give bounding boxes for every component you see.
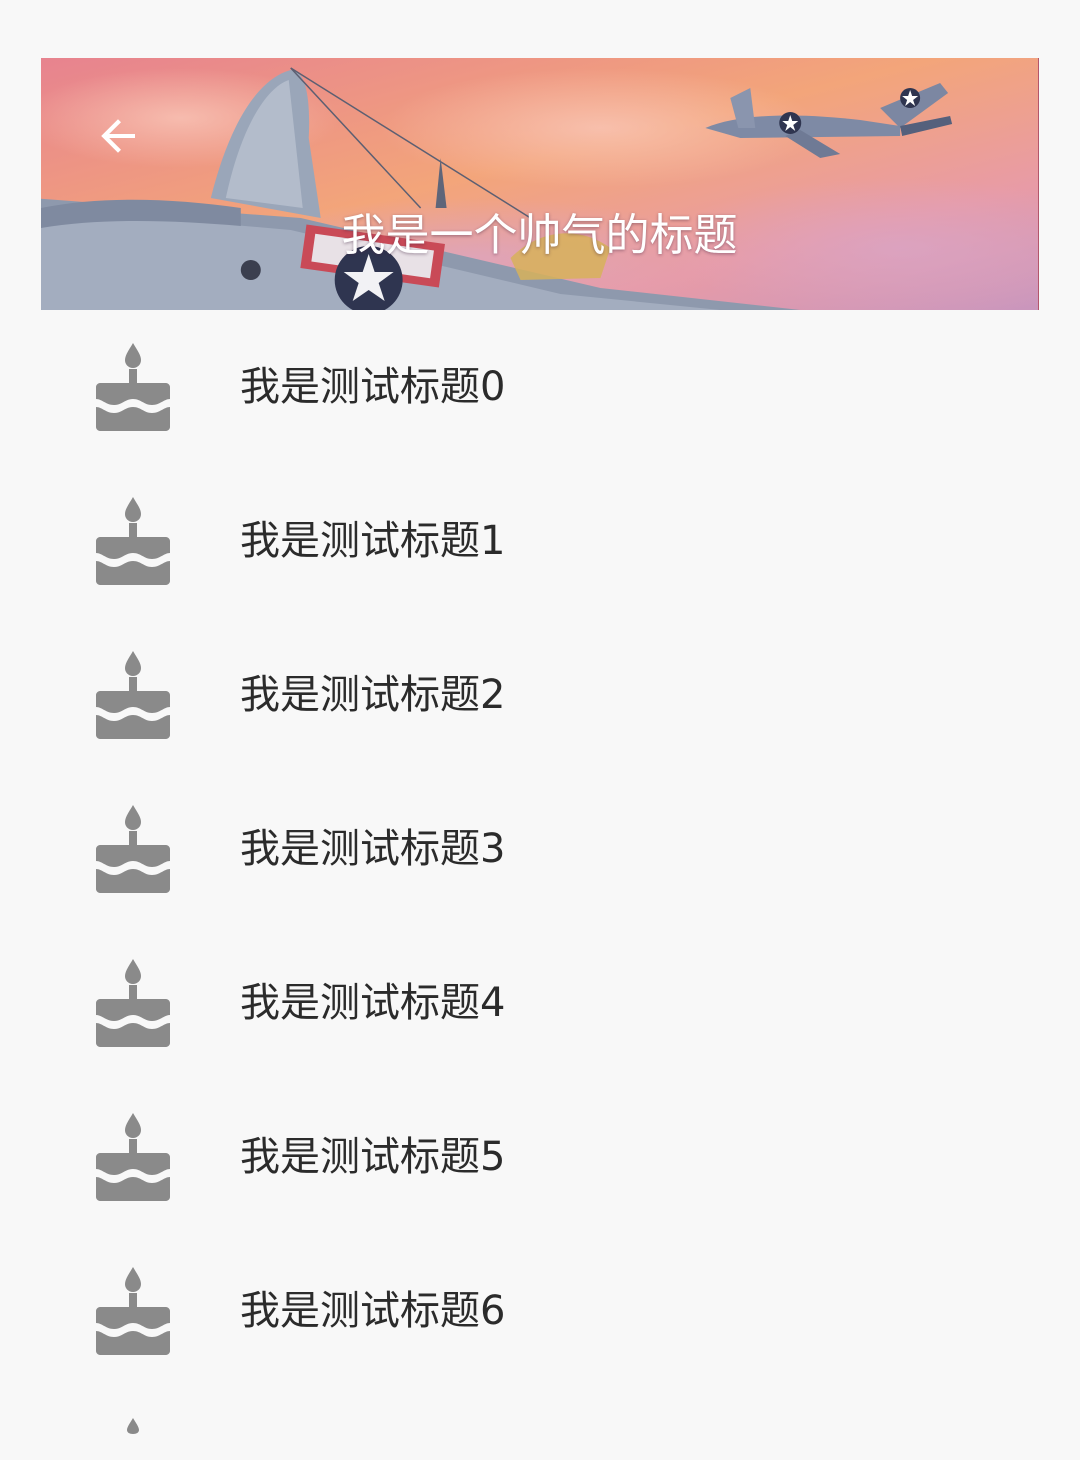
list-item-title: 我是测试标题1 (240, 518, 506, 564)
list-item[interactable]: 我是测试标题4 (0, 926, 1080, 1080)
screen: 我是一个帅气的标题 我是测试标题0 我是测试标题1 我是测试标题2 我是测试标题… (0, 0, 1080, 1460)
cake-icon (96, 805, 170, 893)
toolbar-title: 我是一个帅气的标题 (341, 210, 738, 261)
list-item-title: 我是测试标题6 (240, 1288, 506, 1334)
list-item-title: 我是测试标题2 (240, 672, 506, 718)
cake-icon (124, 1418, 142, 1434)
item-list[interactable]: 我是测试标题0 我是测试标题1 我是测试标题2 我是测试标题3 我是测试标题4 … (0, 310, 1080, 1388)
cake-icon (96, 959, 170, 1047)
cake-icon (96, 343, 170, 431)
list-item-title: 我是测试标题3 (240, 826, 506, 872)
collapsing-header: 我是一个帅气的标题 (41, 58, 1039, 310)
list-item-title: 我是测试标题5 (240, 1134, 506, 1180)
list-item-title: 我是测试标题0 (240, 364, 506, 410)
list-item[interactable]: 我是测试标题3 (0, 772, 1080, 926)
list-item[interactable]: 我是测试标题1 (0, 464, 1080, 618)
list-item-title: 我是测试标题4 (240, 980, 506, 1026)
back-button[interactable] (91, 108, 147, 164)
list-item[interactable]: 我是测试标题5 (0, 1080, 1080, 1234)
arrow-left-icon (101, 119, 135, 153)
cake-icon (96, 1113, 170, 1201)
cake-icon (96, 497, 170, 585)
cake-icon (96, 1267, 170, 1355)
list-item[interactable]: 我是测试标题0 (0, 310, 1080, 464)
header-background-image (41, 58, 1038, 310)
list-item[interactable]: 我是测试标题6 (0, 1234, 1080, 1388)
cake-icon (96, 651, 170, 739)
list-item[interactable]: 我是测试标题2 (0, 618, 1080, 772)
